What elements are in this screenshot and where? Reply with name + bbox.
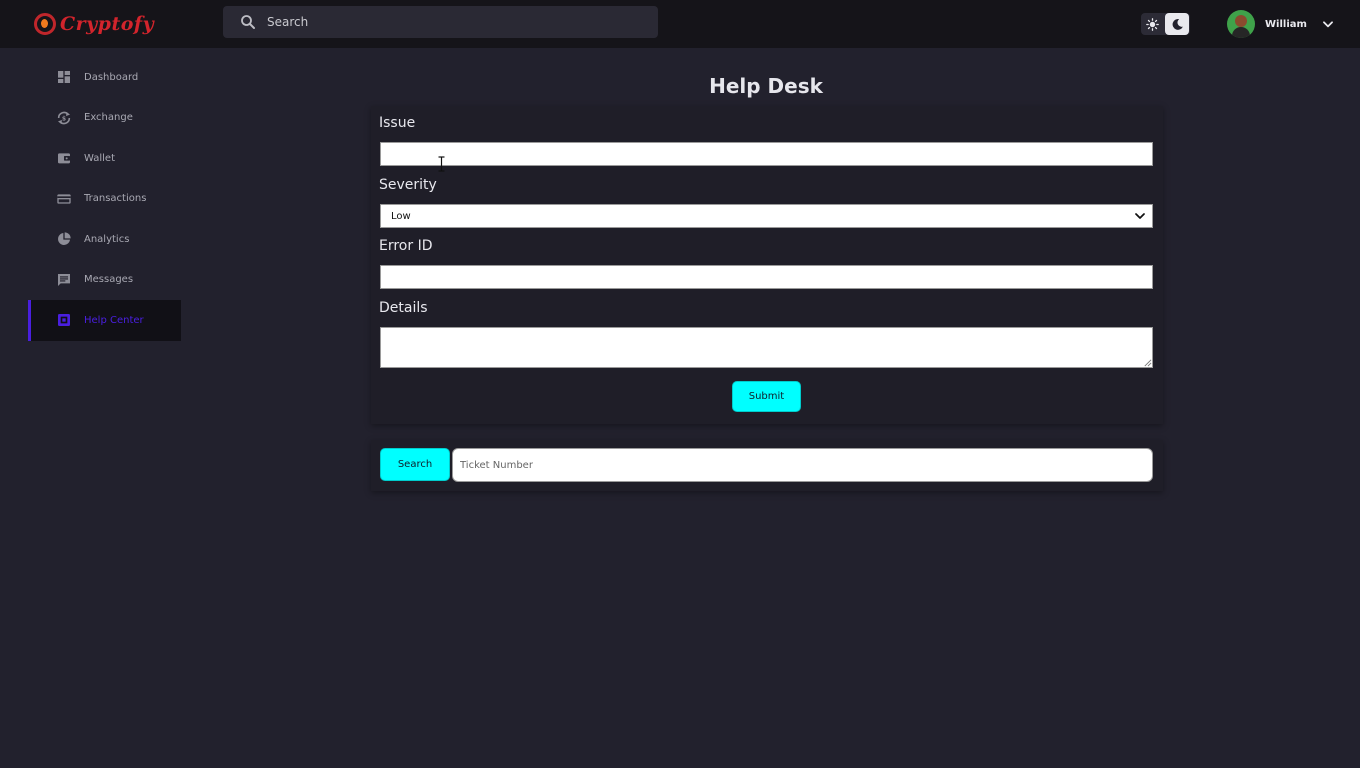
moon-icon[interactable] <box>1165 13 1189 35</box>
chevron-down-icon[interactable] <box>1321 17 1335 31</box>
sidebar-item-help-center[interactable]: Help Center <box>28 300 181 341</box>
details-label: Details <box>379 300 428 316</box>
ticket-search-bar: Search <box>371 440 1163 491</box>
top-bar: Cryptofy Will <box>0 0 1360 48</box>
sidebar-item-analytics[interactable]: Analytics <box>28 219 181 260</box>
pie-chart-icon <box>58 232 71 246</box>
logo[interactable]: Cryptofy <box>34 11 154 37</box>
user-name: William <box>1265 18 1307 30</box>
issue-input[interactable] <box>380 142 1153 166</box>
sidebar-item-exchange[interactable]: $ Exchange <box>28 98 181 139</box>
wallet-icon <box>58 153 70 164</box>
exchange-icon: $ <box>57 111 71 124</box>
severity-selected-value: Low <box>391 210 411 222</box>
message-icon <box>58 273 70 286</box>
sidebar-item-label: Wallet <box>84 152 116 164</box>
error-id-label: Error ID <box>379 238 433 254</box>
text-cursor-icon <box>438 156 445 172</box>
ticket-search-button[interactable]: Search <box>380 448 450 481</box>
sidebar-item-messages[interactable]: Messages <box>28 260 181 301</box>
svg-text:$: $ <box>62 115 66 122</box>
sidebar-item-label: Dashboard <box>84 71 139 83</box>
ticket-number-input[interactable] <box>452 448 1153 482</box>
page-title: Help Desk <box>709 74 823 98</box>
issue-label: Issue <box>379 115 416 131</box>
avatar[interactable] <box>1227 10 1255 38</box>
sidebar-item-wallet[interactable]: Wallet <box>28 138 181 179</box>
sidebar-item-transactions[interactable]: Transactions <box>28 179 181 220</box>
submit-button[interactable]: Submit <box>732 381 801 412</box>
sidebar-item-label: Transactions <box>84 193 147 205</box>
severity-label: Severity <box>379 177 437 193</box>
help-desk-form: Issue Severity Low Error ID Details Subm… <box>371 106 1163 424</box>
sidebar-item-label: Analytics <box>84 233 130 245</box>
chevron-down-icon <box>1135 213 1145 219</box>
details-textarea[interactable] <box>380 327 1153 368</box>
error-id-input[interactable] <box>380 265 1153 289</box>
sidebar-item-label: Messages <box>84 274 134 286</box>
logo-text: Cryptofy <box>60 13 155 35</box>
card-icon <box>57 194 71 204</box>
help-icon <box>58 314 70 327</box>
sidebar: Dashboard $ Exchange Wallet Transactions <box>28 57 181 341</box>
sun-icon[interactable] <box>1141 13 1163 35</box>
theme-toggle[interactable] <box>1141 13 1190 35</box>
global-search-input[interactable] <box>267 15 647 29</box>
sidebar-item-dashboard[interactable]: Dashboard <box>28 57 181 98</box>
global-search[interactable] <box>223 6 658 38</box>
search-icon <box>241 15 255 29</box>
logo-icon <box>34 13 56 35</box>
user-menu[interactable]: William <box>1227 10 1335 38</box>
severity-select[interactable]: Low <box>380 204 1153 228</box>
sidebar-item-label: Help Center <box>84 314 144 326</box>
dashboard-icon <box>58 71 70 84</box>
resize-grip-icon[interactable] <box>1143 358 1152 367</box>
sidebar-item-label: Exchange <box>84 112 133 124</box>
